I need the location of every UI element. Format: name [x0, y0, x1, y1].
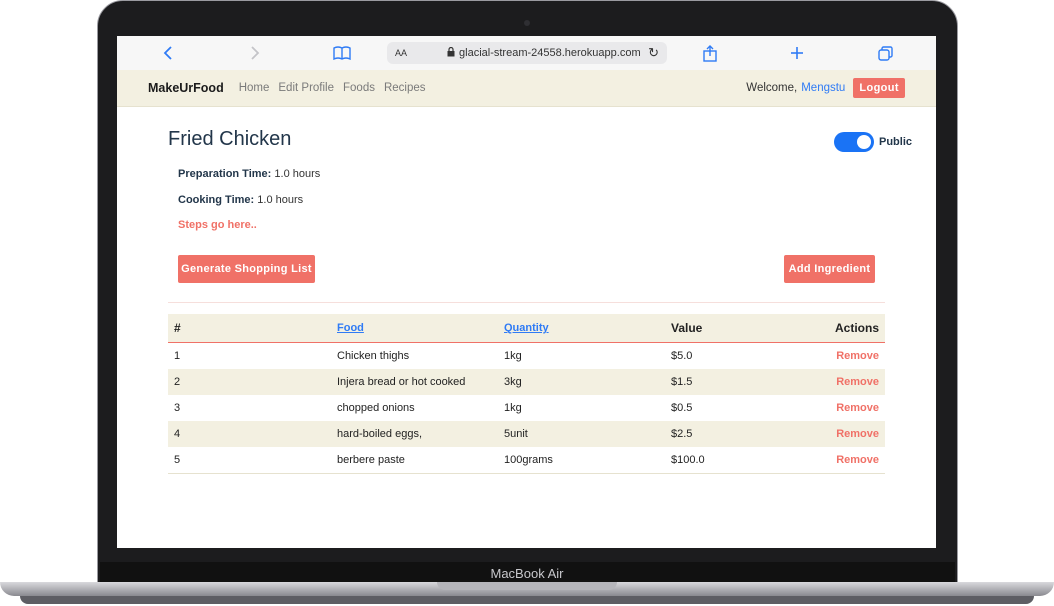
row-quantity: 3kg [498, 369, 665, 395]
table-row: 1 Chicken thighs 1kg $5.0 Remove [168, 343, 885, 370]
prep-time-value: 1.0 hours [274, 168, 321, 180]
row-num: 3 [174, 402, 181, 414]
row-quantity: 1kg [504, 350, 522, 362]
table-row: 2 Injera bread or hot cooked 3kg $1.5 Re… [168, 369, 885, 395]
header-food-sort-link[interactable]: Food [331, 314, 498, 343]
address-bar[interactable]: AA glacial-stream-24558.herokuapp.com ↻ [387, 42, 667, 64]
recipe-title: Fried Chicken [168, 128, 292, 150]
header-num: # [168, 314, 331, 343]
screen: AA glacial-stream-24558.herokuapp.com ↻ … [117, 36, 936, 548]
row-num: 4 [168, 421, 331, 447]
nav-edit-profile[interactable]: Edit Profile [278, 82, 334, 94]
user-link[interactable]: Mengstu [801, 82, 845, 94]
row-quantity: 5unit [498, 421, 665, 447]
browser-toolbar: AA glacial-stream-24558.herokuapp.com ↻ [117, 36, 936, 70]
row-food: Chicken thighs [337, 350, 410, 362]
row-num: 1 [174, 350, 181, 362]
nav-home[interactable]: Home [239, 82, 270, 94]
remove-button[interactable]: Remove [836, 402, 879, 414]
add-ingredient-button[interactable]: Add Ingredient [784, 255, 875, 283]
reload-icon[interactable]: ↻ [648, 45, 659, 61]
row-food: chopped onions [337, 402, 415, 414]
tabs-overview-icon[interactable] [877, 42, 893, 64]
url-text: glacial-stream-24558.herokuapp.com [459, 47, 641, 59]
row-num: 5 [168, 447, 331, 474]
section-divider [168, 302, 885, 303]
laptop-model-label: MacBook Air [490, 566, 564, 581]
row-quantity: 1kg [504, 402, 522, 414]
row-value: $5.0 [671, 350, 693, 362]
row-food: berbere paste [331, 447, 498, 474]
row-quantity: 100grams [498, 447, 665, 474]
lock-icon [447, 46, 455, 59]
new-tab-icon[interactable] [789, 42, 805, 64]
steps-text: Steps go here.. [178, 219, 257, 231]
cook-time: Cooking Time: 1.0 hours [178, 194, 303, 206]
nav-recipes[interactable]: Recipes [384, 82, 426, 94]
row-value: $1.5 [665, 369, 775, 395]
header-value: Value [665, 314, 775, 343]
row-value: $0.5 [671, 402, 693, 414]
table-row: 5 berbere paste 100grams $100.0 Remove [168, 447, 885, 474]
remove-button[interactable]: Remove [836, 350, 879, 362]
back-icon[interactable] [161, 42, 175, 64]
remove-button[interactable]: Remove [836, 454, 879, 466]
share-icon[interactable] [702, 42, 718, 64]
logout-button[interactable]: Logout [853, 78, 905, 98]
table-row: 4 hard-boiled eggs, 5unit $2.5 Remove [168, 421, 885, 447]
header-quantity-sort-link[interactable]: Quantity [498, 314, 665, 343]
text-size-button[interactable]: AA [395, 48, 407, 58]
remove-button[interactable]: Remove [836, 428, 879, 440]
forward-icon[interactable] [248, 42, 262, 64]
public-toggle[interactable] [834, 132, 874, 152]
table-header-row: # Food Quantity Value Actions [168, 314, 885, 343]
bookmarks-icon[interactable] [332, 42, 352, 64]
laptop-notch [437, 582, 617, 590]
row-num: 2 [168, 369, 331, 395]
generate-shopping-list-button[interactable]: Generate Shopping List [178, 255, 315, 283]
prep-time: Preparation Time: 1.0 hours [178, 168, 320, 180]
header-actions: Actions [775, 314, 885, 343]
toggle-knob [857, 135, 871, 149]
cook-time-value: 1.0 hours [257, 194, 304, 206]
public-label: Public [879, 136, 913, 148]
row-food: Injera bread or hot cooked [331, 369, 498, 395]
row-value: $100.0 [665, 447, 775, 474]
row-food: hard-boiled eggs, [331, 421, 498, 447]
cook-time-label: Cooking Time: [178, 194, 255, 206]
laptop-base-bottom [20, 596, 1034, 604]
row-value: $2.5 [665, 421, 775, 447]
ingredients-table: # Food Quantity Value Actions 1 Chicken … [168, 314, 885, 474]
app-navbar: MakeUrFood Home Edit Profile Foods Recip… [117, 70, 936, 107]
remove-button[interactable]: Remove [836, 376, 879, 388]
brand-logo[interactable]: MakeUrFood [148, 81, 224, 95]
welcome-text: Welcome, [746, 82, 798, 94]
nav-foods[interactable]: Foods [343, 82, 375, 94]
public-toggle-group: Public [834, 132, 912, 152]
table-row: 3 chopped onions 1kg $0.5 Remove [168, 395, 885, 421]
camera-dot [524, 20, 530, 26]
prep-time-label: Preparation Time: [178, 168, 272, 180]
